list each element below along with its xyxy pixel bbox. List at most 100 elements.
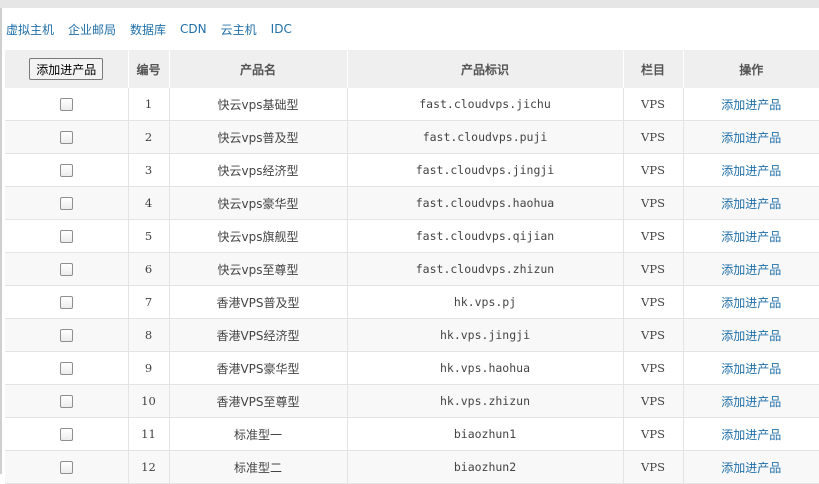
row-category: VPS [623,450,684,484]
row-id: 11 [128,417,170,451]
header-action: 操作 [683,50,819,88]
category-nav: 虚拟主机 企业邮局 数据库 CDN 云主机 IDC [6,20,306,38]
row-product-name: 快云vps普及型 [169,120,348,154]
row-product-name: 快云vps经济型 [169,153,348,187]
add-to-products-link[interactable]: 添加进产品 [721,329,781,343]
row-category: VPS [623,120,684,154]
row-category: VPS [623,351,684,385]
add-to-products-link[interactable]: 添加进产品 [721,428,781,442]
row-product-code: biaozhun2 [347,450,624,484]
row-checkbox[interactable] [59,164,73,177]
product-table-wrap: 添加进产品 编号 产品名 产品标识 栏目 操作 1 快云vps基础型 fast.cl… [5,50,819,484]
row-action-cell: 添加进产品 [683,120,819,154]
row-product-name: 标准型二 [169,450,348,484]
nav-item-enterprise-mail[interactable]: 企业邮局 [68,21,116,38]
row-id: 7 [128,285,170,319]
row-action-cell: 添加进产品 [683,450,819,484]
row-id: 1 [128,88,170,121]
row-checkbox[interactable] [59,296,73,309]
row-select-cell [5,318,129,352]
row-product-code: fast.cloudvps.zhizun [347,252,624,286]
nav-item-virtual-host[interactable]: 虚拟主机 [6,21,54,38]
header-select: 添加进产品 [5,50,129,88]
add-to-products-link[interactable]: 添加进产品 [721,461,781,475]
row-category: VPS [623,186,684,220]
row-product-name: 香港VPS豪华型 [169,351,348,385]
row-select-cell [5,351,129,385]
row-select-cell [5,450,129,484]
row-checkbox[interactable] [59,263,73,276]
table-row: 12 标准型二 biaozhun2 VPS 添加进产品 [5,450,819,484]
table-header-row: 添加进产品 编号 产品名 产品标识 栏目 操作 [5,50,819,88]
row-id: 10 [128,384,170,418]
add-to-products-link[interactable]: 添加进产品 [721,197,781,211]
row-checkbox[interactable] [59,461,73,474]
table-row: 6 快云vps至尊型 fast.cloudvps.zhizun VPS 添加进产品 [5,252,819,286]
row-select-cell [5,384,129,418]
row-product-name: 香港VPS经济型 [169,318,348,352]
row-product-name: 快云vps至尊型 [169,252,348,286]
row-action-cell: 添加进产品 [683,88,819,121]
header-id: 编号 [128,50,170,88]
row-product-code: fast.cloudvps.puji [347,120,624,154]
nav-item-database[interactable]: 数据库 [130,21,166,38]
row-action-cell: 添加进产品 [683,219,819,253]
row-id: 4 [128,186,170,220]
row-product-code: fast.cloudvps.qijian [347,219,624,253]
row-category: VPS [623,285,684,319]
add-to-products-link[interactable]: 添加进产品 [721,98,781,112]
row-select-cell [5,153,129,187]
row-product-code: hk.vps.jingji [347,318,624,352]
add-to-products-link[interactable]: 添加进产品 [721,230,781,244]
header-category: 栏目 [623,50,684,88]
row-action-cell: 添加进产品 [683,351,819,385]
row-category: VPS [623,88,684,121]
row-select-cell [5,120,129,154]
add-to-products-link[interactable]: 添加进产品 [721,263,781,277]
row-id: 12 [128,450,170,484]
table-row: 11 标准型一 biaozhun1 VPS 添加进产品 [5,417,819,451]
row-checkbox[interactable] [59,329,73,342]
row-select-cell [5,285,129,319]
nav-item-cloud-host[interactable]: 云主机 [221,21,257,38]
table-body: 1 快云vps基础型 fast.cloudvps.jichu VPS 添加进产品 2 快云v… [5,88,819,484]
row-select-cell [5,219,129,253]
row-category: VPS [623,318,684,352]
row-select-cell [5,88,129,121]
table-row: 4 快云vps豪华型 fast.cloudvps.haohua VPS 添加进产品 [5,186,819,220]
add-to-products-link[interactable]: 添加进产品 [721,164,781,178]
row-checkbox[interactable] [59,362,73,375]
row-category: VPS [623,252,684,286]
row-action-cell: 添加进产品 [683,384,819,418]
row-id: 8 [128,318,170,352]
nav-item-cdn[interactable]: CDN [180,22,207,36]
row-checkbox[interactable] [59,197,73,210]
add-to-products-link[interactable]: 添加进产品 [721,395,781,409]
row-checkbox[interactable] [59,395,73,408]
row-select-cell [5,417,129,451]
row-checkbox[interactable] [59,98,73,111]
row-checkbox[interactable] [59,230,73,243]
row-id: 6 [128,252,170,286]
row-category: VPS [623,384,684,418]
row-product-name: 快云vps旗舰型 [169,219,348,253]
table-row: 3 快云vps经济型 fast.cloudvps.jingji VPS 添加进产品 [5,153,819,187]
nav-item-idc[interactable]: IDC [271,22,292,36]
row-product-code: hk.vps.zhizun [347,384,624,418]
row-select-cell [5,252,129,286]
row-product-code: fast.cloudvps.haohua [347,186,624,220]
add-to-products-link[interactable]: 添加进产品 [721,131,781,145]
row-checkbox[interactable] [59,131,73,144]
row-action-cell: 添加进产品 [683,252,819,286]
row-product-code: fast.cloudvps.jichu [347,88,624,121]
row-select-cell [5,186,129,220]
add-to-products-link[interactable]: 添加进产品 [721,296,781,310]
add-to-products-link[interactable]: 添加进产品 [721,362,781,376]
table-row: 10 香港VPS至尊型 hk.vps.zhizun VPS 添加进产品 [5,384,819,418]
add-to-products-button[interactable]: 添加进产品 [29,58,104,80]
top-strip [0,0,819,8]
row-product-name: 快云vps基础型 [169,88,348,121]
row-product-code: fast.cloudvps.jingji [347,153,624,187]
row-checkbox[interactable] [59,428,73,441]
row-action-cell: 添加进产品 [683,285,819,319]
